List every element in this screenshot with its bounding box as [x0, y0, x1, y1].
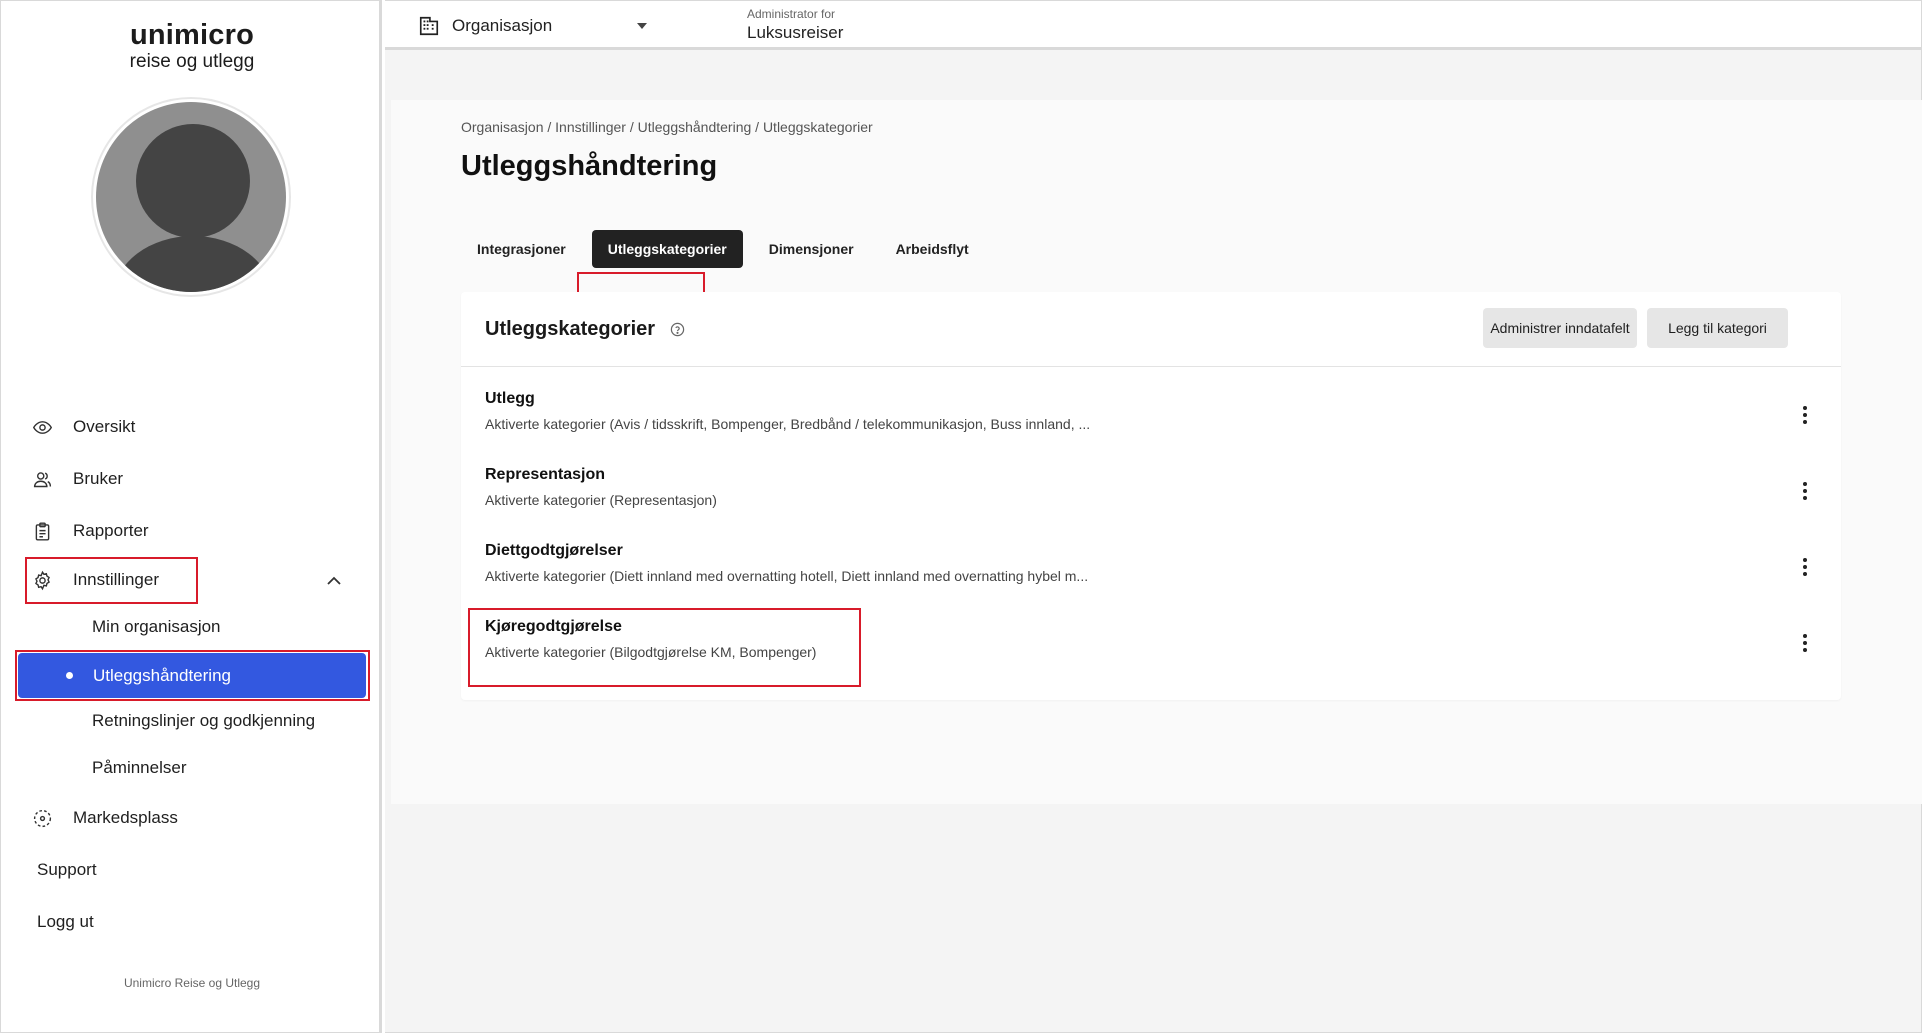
sidebar-footer: Unimicro Reise og Utlegg	[123, 976, 261, 990]
more-options-icon[interactable]	[1795, 404, 1815, 426]
category-row-representasjon[interactable]: Representasjon Aktiverte kategorier (Rep…	[485, 464, 1815, 526]
page-title: Utleggshåndtering	[461, 150, 718, 182]
sidebar-item-label: Bruker	[73, 469, 124, 488]
active-dot-icon	[66, 672, 73, 679]
card-header: Utleggskategorier Administrer inndatafel…	[461, 292, 1841, 367]
category-subtitle: Aktiverte kategorier (Representasjon)	[485, 492, 717, 508]
eye-icon	[31, 416, 53, 438]
tab-integrasjoner[interactable]: Integrasjoner	[461, 230, 582, 268]
sidebar-item-rapporter[interactable]: Rapporter	[31, 511, 149, 551]
category-subtitle: Aktiverte kategorier (Bilgodtgjørelse KM…	[485, 644, 817, 660]
app-logo[interactable]: unimicro reise og utlegg	[1, 19, 383, 73]
tab-utleggskategorier[interactable]: Utleggskategorier	[591, 230, 743, 268]
sidebar-item-label: Oversikt	[73, 417, 136, 436]
tab-arbeidsflyt[interactable]: Arbeidsflyt	[880, 230, 985, 268]
category-row-kjoregodtgjorelse[interactable]: Kjøregodtgjørelse Aktiverte kategorier (…	[485, 616, 1815, 678]
marketplace-icon	[31, 807, 53, 829]
sidebar-subitem-label: Påminnelser	[92, 758, 187, 777]
sidebar-item-label: Logg ut	[37, 912, 94, 931]
sidebar-subitem-utleggshandtering[interactable]: Utleggshåndtering	[18, 653, 366, 698]
manage-input-fields-button[interactable]: Administrer inndatafelt	[1483, 308, 1637, 348]
add-category-button[interactable]: Legg til kategori	[1647, 308, 1788, 348]
sidebar-item-support[interactable]: Support	[37, 850, 97, 890]
logo-tagline: reise og utlegg	[129, 51, 255, 72]
main-area: Organisasjon / Innstillinger / Utleggshå…	[385, 50, 1922, 1033]
sidebar-item-innstillinger[interactable]: Innstillinger	[31, 560, 159, 600]
tab-bar: Integrasjoner Utleggskategorier Dimensjo…	[461, 227, 995, 271]
sidebar-item-label: Markedsplass	[73, 808, 178, 827]
sidebar-subitem-paminnelser[interactable]: Påminnelser	[92, 748, 187, 788]
avatar-placeholder-icon	[96, 102, 286, 292]
sidebar-subitem-label: Utleggshåndtering	[93, 665, 231, 685]
more-options-icon[interactable]	[1795, 632, 1815, 654]
more-options-icon[interactable]	[1795, 556, 1815, 578]
category-title: Representasjon	[485, 466, 606, 483]
clipboard-icon	[31, 520, 53, 542]
sidebar-item-markedsplass[interactable]: Markedsplass	[31, 798, 178, 838]
admin-info: Administrator for Luksusreiser	[747, 7, 843, 44]
building-icon	[419, 16, 439, 36]
tab-dimensjoner[interactable]: Dimensjoner	[753, 230, 870, 268]
categories-card: Utleggskategorier Administrer inndatafel…	[461, 292, 1841, 700]
help-icon[interactable]	[670, 322, 685, 337]
sidebar-item-bruker[interactable]: Bruker	[31, 459, 123, 499]
category-subtitle: Aktiverte kategorier (Avis / tidsskrift,…	[485, 416, 1091, 432]
organization-select-label: Organisasjon	[452, 16, 553, 35]
breadcrumb: Organisasjon / Innstillinger / Utleggshå…	[461, 119, 873, 135]
content-panel: Organisasjon / Innstillinger / Utleggshå…	[391, 100, 1922, 804]
category-title: Kjøregodtgjørelse	[485, 618, 622, 635]
sidebar-subitem-retningslinjer[interactable]: Retningslinjer og godkjenning	[92, 701, 315, 741]
sidebar: unimicro reise og utlegg Oversikt Bruker…	[0, 0, 382, 1033]
organization-select[interactable]: Organisasjon	[418, 15, 552, 37]
logo-wordmark: unimicro	[129, 19, 255, 51]
more-options-icon[interactable]	[1795, 480, 1815, 502]
avatar[interactable]	[91, 97, 291, 297]
category-subtitle: Aktiverte kategorier (Diett innland med …	[485, 568, 1089, 584]
admin-company: Luksusreiser	[747, 23, 844, 42]
sidebar-subitem-label: Retningslinjer og godkjenning	[92, 711, 316, 730]
sidebar-item-label: Innstillinger	[73, 570, 159, 589]
top-bar: Organisasjon Administrator for Luksusrei…	[385, 0, 1922, 50]
caret-down-icon[interactable]	[637, 23, 647, 29]
category-row-utlegg[interactable]: Utlegg Aktiverte kategorier (Avis / tids…	[485, 388, 1815, 450]
admin-label: Administrator for	[747, 7, 836, 21]
sidebar-subitem-min-organisasjon[interactable]: Min organisasjon	[92, 607, 221, 647]
gear-icon	[31, 569, 53, 591]
sidebar-subitem-label: Min organisasjon	[92, 617, 221, 636]
category-row-diettgodtgjorelser[interactable]: Diettgodtgjørelser Aktiverte kategorier …	[485, 540, 1815, 602]
sidebar-item-logout[interactable]: Logg ut	[37, 902, 94, 942]
chevron-up-icon[interactable]	[324, 571, 344, 591]
users-icon	[31, 468, 53, 490]
category-title: Utlegg	[485, 390, 535, 407]
card-title: Utleggskategorier	[485, 318, 685, 341]
category-title: Diettgodtgjørelser	[485, 542, 623, 559]
sidebar-item-label: Support	[37, 860, 97, 879]
sidebar-item-label: Rapporter	[73, 521, 149, 540]
card-title-text: Utleggskategorier	[485, 318, 656, 340]
sidebar-item-oversikt[interactable]: Oversikt	[31, 407, 135, 447]
